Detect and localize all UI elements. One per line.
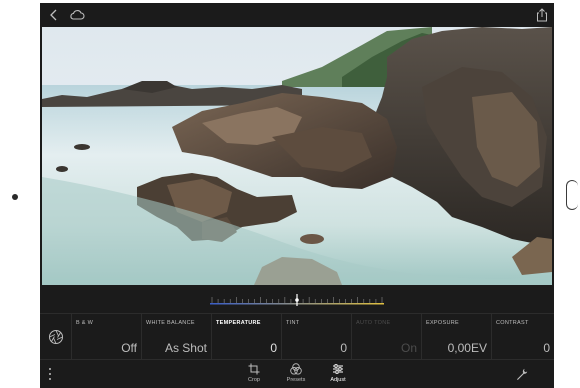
- adjust-label: Adjust: [330, 377, 346, 383]
- aperture-icon[interactable]: [40, 314, 72, 360]
- more-vertical-icon[interactable]: [48, 368, 52, 380]
- share-icon[interactable]: [534, 7, 550, 23]
- back-icon[interactable]: [46, 7, 62, 23]
- control-white-balance[interactable]: WHITE BALANCE As Shot: [142, 314, 212, 360]
- control-contrast-label: CONTRAST: [496, 320, 529, 326]
- control-bw-label: B & W: [76, 320, 94, 326]
- crop-label: Crop: [248, 377, 260, 383]
- app-screen: B & W Off WHITE BALANCE As Shot TEMPERAT…: [40, 3, 554, 388]
- control-auto-tone-label: AUTO TONE: [356, 320, 391, 326]
- top-bar: [40, 3, 554, 27]
- crop-button[interactable]: Crop: [238, 363, 270, 383]
- slider-track[interactable]: [210, 294, 384, 306]
- control-tint-label: TINT: [286, 320, 300, 326]
- control-bw[interactable]: B & W Off: [72, 314, 142, 360]
- control-temperature-value: 0: [270, 341, 277, 355]
- control-auto-tone-value: On: [400, 341, 417, 355]
- adjust-button[interactable]: Adjust: [322, 363, 354, 383]
- presets-icon: [290, 363, 302, 375]
- wrench-icon[interactable]: [516, 367, 528, 385]
- adjust-icon: [333, 364, 343, 374]
- front-camera: [12, 194, 18, 200]
- slider-knob[interactable]: [295, 298, 299, 302]
- home-button[interactable]: [566, 180, 578, 210]
- presets-button[interactable]: Presets: [280, 363, 312, 383]
- photo-preview[interactable]: [42, 27, 552, 285]
- crop-icon: [248, 363, 260, 375]
- control-contrast[interactable]: CONTRAST 0: [492, 314, 554, 360]
- bottom-toolbar: Crop Presets Adjust: [40, 359, 554, 388]
- control-temperature[interactable]: TEMPERATURE 0: [212, 314, 282, 360]
- presets-label: Presets: [286, 377, 306, 383]
- control-white-balance-label: WHITE BALANCE: [146, 320, 195, 326]
- control-contrast-value: 0: [543, 341, 550, 355]
- control-exposure[interactable]: EXPOSURE 0,00EV: [422, 314, 492, 360]
- control-bw-value: Off: [121, 341, 137, 355]
- control-exposure-label: EXPOSURE: [426, 320, 459, 326]
- control-tint[interactable]: TINT 0: [282, 314, 352, 360]
- control-white-balance-value: As Shot: [164, 341, 207, 355]
- adjust-controls-row: B & W Off WHITE BALANCE As Shot TEMPERAT…: [40, 313, 554, 360]
- adjustment-slider[interactable]: [40, 285, 554, 313]
- cloud-icon[interactable]: [68, 7, 86, 23]
- control-exposure-value: 0,00EV: [447, 341, 487, 355]
- control-auto-tone[interactable]: AUTO TONE On: [352, 314, 422, 360]
- control-temperature-label: TEMPERATURE: [216, 320, 261, 326]
- control-tint-value: 0: [340, 341, 347, 355]
- tablet-frame: B & W Off WHITE BALANCE As Shot TEMPERAT…: [0, 0, 580, 388]
